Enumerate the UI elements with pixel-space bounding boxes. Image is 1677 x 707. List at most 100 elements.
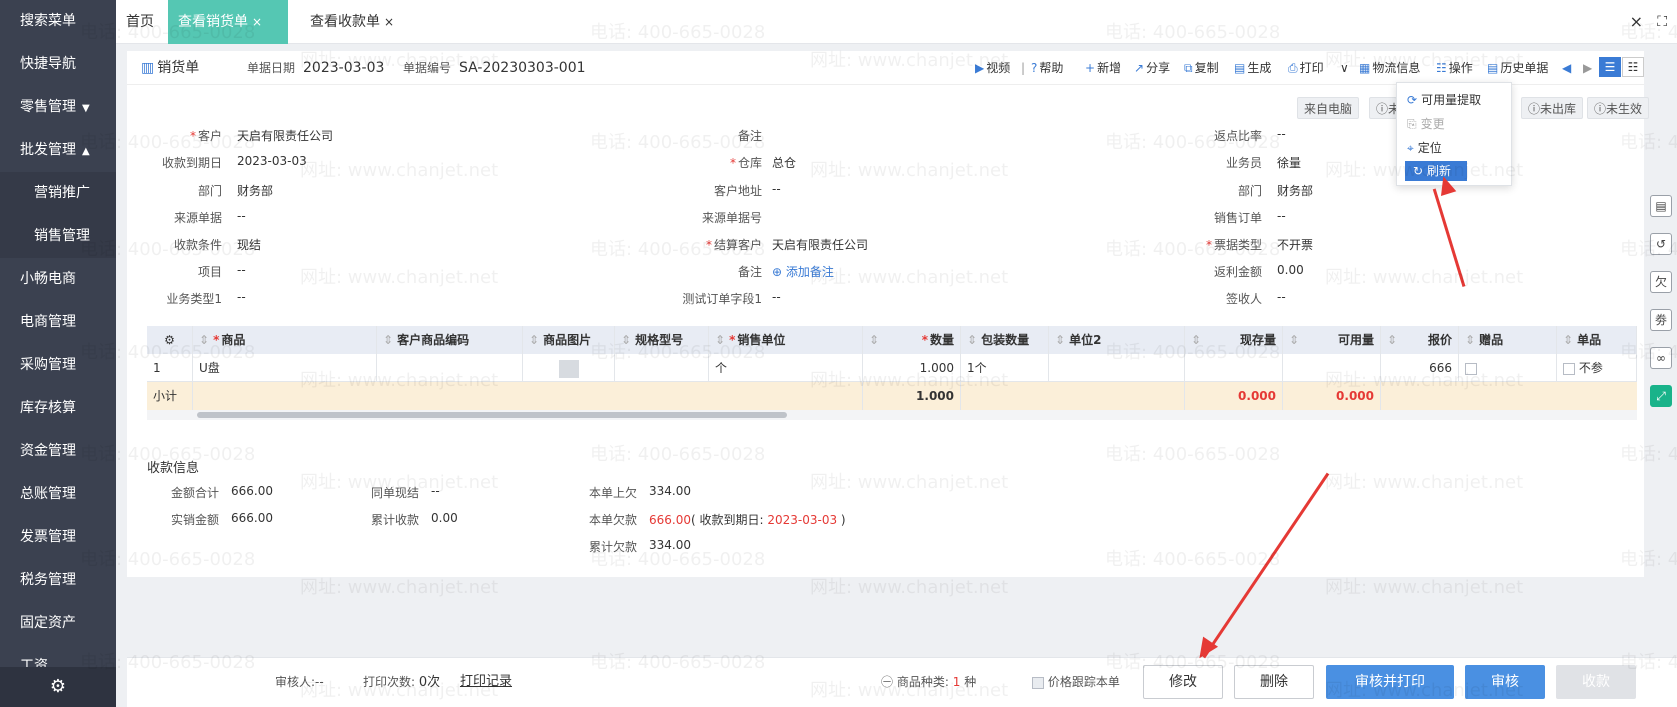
sales-order-field[interactable]: -- — [1277, 209, 1286, 223]
sidebar-item[interactable]: 发票管理 — [0, 516, 116, 559]
settle-customer-field[interactable]: 天启有限责任公司 — [772, 236, 868, 253]
single-checkbox[interactable] — [1563, 362, 1575, 375]
owe-icon[interactable]: 欠 — [1650, 271, 1672, 293]
salesman-field[interactable]: 徐量 — [1277, 154, 1301, 171]
col-header-unit2[interactable]: ⇕ 单位2 — [1049, 326, 1185, 354]
col-header-qty[interactable]: ⇕ * 数量 — [863, 326, 961, 354]
tab-view-sales-slip[interactable]: 查看销货单 × — [168, 0, 288, 44]
print-dropdown-chevron-icon[interactable]: ∨ — [1340, 51, 1349, 85]
next-doc-icon[interactable]: ▶ — [1583, 51, 1592, 85]
fullscreen-icon[interactable]: ⛶ — [1657, 0, 1667, 44]
sidebar-item[interactable]: 小畅电商 — [0, 258, 116, 301]
sidebar-item[interactable]: 电商管理 — [0, 301, 116, 344]
tab-home[interactable]: 首页 — [116, 0, 164, 44]
dept-field[interactable]: 财务部 — [237, 182, 273, 199]
sidebar-item[interactable]: 销售管理 — [0, 215, 116, 258]
col-header-single[interactable]: ⇕ 单品 — [1557, 326, 1637, 354]
row-unit2[interactable] — [1049, 354, 1185, 382]
col-header-product[interactable]: ⇕ * 商品 — [193, 326, 377, 354]
source-doc-field[interactable]: -- — [237, 209, 246, 223]
grid-settings-icon[interactable]: ⚙ — [147, 326, 193, 354]
cust-addr-field[interactable]: -- — [772, 182, 781, 196]
col-header-pack-qty[interactable]: ⇕ 包装数量 — [961, 326, 1049, 354]
biztype-field[interactable]: -- — [237, 290, 246, 304]
row-pack[interactable]: 1个 — [961, 354, 1049, 382]
col-header-gift[interactable]: ⇕ 赠品 — [1459, 326, 1557, 354]
row-gift[interactable] — [1459, 354, 1557, 382]
row-cust-code[interactable] — [377, 354, 523, 382]
detail-view-icon[interactable]: ☷ — [1622, 57, 1644, 77]
ticket-icon[interactable]: 劵 — [1650, 309, 1672, 331]
row-image[interactable] — [523, 354, 615, 382]
sidebar-item[interactable]: 总账管理 — [0, 473, 116, 516]
gift-checkbox[interactable] — [1465, 362, 1477, 375]
row-unit[interactable]: 个 — [709, 354, 863, 382]
horizontal-scrollbar[interactable] — [147, 410, 1637, 420]
close-window-icon[interactable]: × — [1630, 0, 1643, 44]
tab-view-receipt[interactable]: 查看收款单 × — [300, 0, 404, 44]
sidebar-item[interactable]: 批发管理 ▲ — [0, 129, 116, 172]
dept2-field[interactable]: 财务部 — [1277, 182, 1313, 199]
col-header-stock[interactable]: ⇕ 现存量 — [1185, 326, 1283, 354]
copy-button[interactable]: ⧉ 复制 — [1184, 51, 1219, 85]
invoice-type-field[interactable]: 不开票 — [1277, 236, 1313, 253]
col-header-sales-unit[interactable]: ⇕ * 销售单位 — [709, 326, 863, 354]
customer-field[interactable]: 天启有限责任公司 — [237, 127, 333, 144]
history-docs-button[interactable]: ▤ 历史单据 — [1487, 51, 1548, 85]
link-icon[interactable]: ∞ — [1650, 347, 1672, 369]
rebate-amount-field[interactable]: 0.00 — [1277, 263, 1304, 277]
generate-button[interactable]: ▤ 生成 — [1234, 51, 1271, 85]
logistics-button[interactable]: ▦ 物流信息 — [1359, 51, 1420, 85]
col-header-spec[interactable]: ⇕ 规格型号 — [615, 326, 709, 354]
sidebar-item[interactable]: 快捷导航 — [0, 43, 116, 86]
menu-item-locate[interactable]: ⌖ 定位 — [1407, 139, 1442, 156]
terms-field[interactable]: 现结 — [237, 236, 261, 253]
receiver-field[interactable]: -- — [1277, 290, 1286, 304]
row-price[interactable]: 666 — [1381, 354, 1459, 382]
delete-button[interactable]: 删除 — [1234, 665, 1314, 699]
menu-item-extract-available[interactable]: ⟳ 可用量提取 — [1407, 91, 1481, 108]
print-button[interactable]: ⎙ 打印 — [1288, 51, 1324, 85]
operation-button[interactable]: ☷ 操作 — [1436, 51, 1473, 85]
col-header-cust-code[interactable]: ⇕ 客户商品编码 — [377, 326, 523, 354]
price-track-option[interactable]: 价格跟踪本单 — [1032, 658, 1120, 706]
history-icon[interactable]: ↺ — [1650, 233, 1672, 255]
sidebar-item[interactable]: 税务管理 — [0, 559, 116, 602]
sidebar-item[interactable]: 资金管理 — [0, 430, 116, 473]
table-row[interactable]: 1 U盘 个 1.000 1个 666 不参 — [147, 354, 1637, 382]
col-header-image[interactable]: ⇕ 商品图片 — [523, 326, 615, 354]
row-product[interactable]: U盘 — [193, 354, 377, 382]
due-date-field[interactable]: 2023-03-03 — [237, 154, 307, 168]
prev-doc-icon[interactable]: ◀ — [1562, 51, 1571, 85]
tab-close-icon[interactable]: × — [384, 15, 394, 29]
col-header-price[interactable]: ⇕ 报价 — [1381, 326, 1459, 354]
edit-button[interactable]: 修改 — [1143, 665, 1223, 699]
sidebar-item[interactable]: 库存核算 — [0, 387, 116, 430]
price-track-checkbox[interactable] — [1032, 676, 1044, 689]
settings-gear-icon[interactable]: ⚙ — [0, 667, 116, 707]
help-button[interactable]: ? 帮助 — [1031, 51, 1063, 85]
scrollbar-thumb[interactable] — [197, 412, 787, 418]
note-icon[interactable]: ▤ — [1650, 195, 1672, 217]
list-view-icon[interactable]: ☰ — [1599, 57, 1621, 77]
row-spec[interactable] — [615, 354, 709, 382]
sidebar-item[interactable]: 零售管理 ▼ — [0, 86, 116, 129]
audit-button[interactable]: 审核 — [1465, 665, 1545, 699]
col-header-available[interactable]: ⇕ 可用量 — [1283, 326, 1381, 354]
warehouse-field[interactable]: 总仓 — [772, 154, 796, 171]
video-button[interactable]: ▶ 视频 — [975, 51, 1010, 85]
audit-print-button[interactable]: 审核并打印 — [1326, 665, 1454, 699]
sidebar-item[interactable]: 采购管理 — [0, 344, 116, 387]
expand-icon[interactable]: ⤢ — [1650, 385, 1672, 407]
sidebar-item[interactable]: 搜索菜单 — [0, 0, 116, 43]
sidebar-item[interactable]: 固定资产 — [0, 602, 116, 645]
row-qty[interactable]: 1.000 — [863, 354, 961, 382]
rebate-ratio-field[interactable]: -- — [1277, 127, 1286, 141]
share-button[interactable]: ↗ 分享 — [1134, 51, 1170, 85]
test-field[interactable]: -- — [772, 290, 781, 304]
tab-close-icon[interactable]: × — [252, 15, 262, 29]
project-field[interactable]: -- — [237, 263, 246, 277]
add-remark-link[interactable]: ⊕ 添加备注 — [772, 263, 834, 280]
print-record-link[interactable]: 打印记录 — [460, 658, 512, 706]
row-single[interactable]: 不参 — [1557, 354, 1637, 382]
